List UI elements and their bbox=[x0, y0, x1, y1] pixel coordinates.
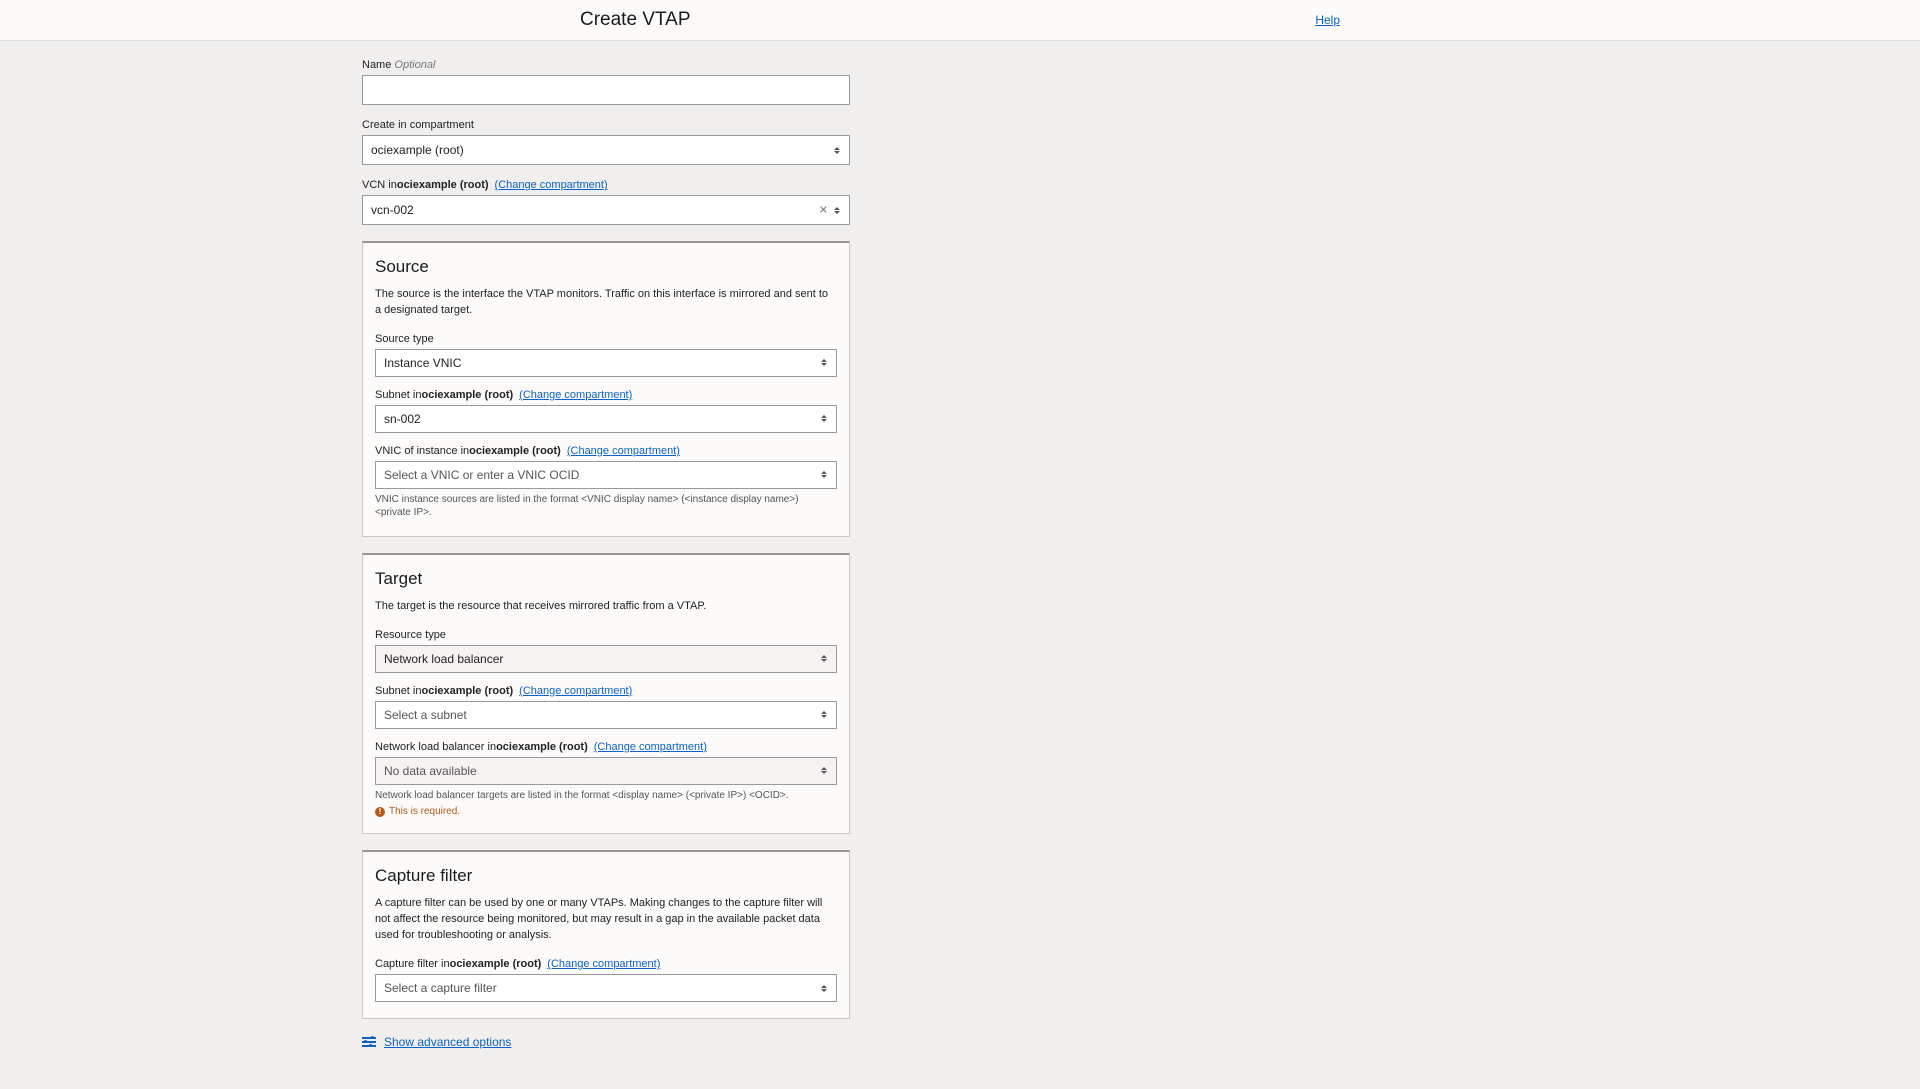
capture-filter-compartment: ociexample (root) bbox=[450, 958, 542, 970]
vcn-label-prefix: VCN in bbox=[362, 179, 397, 191]
source-panel-description: The source is the interface the VTAP mon… bbox=[375, 287, 837, 319]
source-panel: Source The source is the interface the V… bbox=[362, 241, 850, 537]
source-subnet-select[interactable]: sn-002 bbox=[375, 405, 837, 433]
help-link[interactable]: Help bbox=[1315, 13, 1340, 27]
name-label-text: Name bbox=[362, 59, 391, 71]
vcn-compartment-name: ociexample (root) bbox=[397, 179, 489, 191]
target-nlb-placeholder: No data available bbox=[384, 764, 477, 778]
source-subnet-row: Subnet in ociexample (root) (Change comp… bbox=[375, 389, 837, 433]
source-subnet-change-link[interactable]: (Change compartment) bbox=[519, 389, 632, 401]
compartment-field-row: Create in compartment ociexample (root) bbox=[362, 119, 850, 165]
vcn-select[interactable]: vcn-002 bbox=[362, 195, 850, 225]
target-subnet-change-link[interactable]: (Change compartment) bbox=[519, 685, 632, 697]
resource-type-value: Network load balancer bbox=[384, 652, 503, 666]
form-content: Name Optional Create in compartment ocie… bbox=[0, 41, 1920, 1089]
capture-panel-description: A capture filter can be used by one or m… bbox=[375, 896, 837, 944]
source-vnic-placeholder: Select a VNIC or enter a VNIC OCID bbox=[384, 468, 579, 482]
page-header: Create VTAP Help bbox=[0, 0, 1920, 41]
target-panel-description: The target is the resource that receives… bbox=[375, 599, 837, 615]
target-subnet-row: Subnet in ociexample (root) (Change comp… bbox=[375, 685, 837, 729]
source-vnic-label-prefix: VNIC of instance in bbox=[375, 445, 469, 457]
target-nlb-error-row: ! This is required. bbox=[375, 806, 837, 817]
capture-filter-change-link[interactable]: (Change compartment) bbox=[547, 958, 660, 970]
target-panel-title: Target bbox=[375, 569, 837, 589]
target-subnet-compartment: ociexample (root) bbox=[421, 685, 513, 697]
source-vnic-select[interactable]: Select a VNIC or enter a VNIC OCID bbox=[375, 461, 837, 489]
source-panel-title: Source bbox=[375, 257, 837, 277]
target-nlb-row: Network load balancer in ociexample (roo… bbox=[375, 741, 837, 818]
name-field-row: Name Optional bbox=[362, 59, 850, 105]
compartment-select-value: ociexample (root) bbox=[371, 143, 464, 157]
source-type-select[interactable]: Instance VNIC bbox=[375, 349, 837, 377]
source-vnic-helper: VNIC instance sources are listed in the … bbox=[375, 493, 837, 520]
resource-type-label: Resource type bbox=[375, 629, 837, 641]
source-subnet-compartment: ociexample (root) bbox=[421, 389, 513, 401]
vcn-clear-icon[interactable]: ✕ bbox=[819, 204, 828, 217]
source-vnic-row: VNIC of instance in ociexample (root) (C… bbox=[375, 445, 837, 520]
capture-filter-select[interactable]: Select a capture filter bbox=[375, 974, 837, 1002]
target-nlb-select[interactable]: No data available bbox=[375, 757, 837, 785]
target-panel: Target The target is the resource that r… bbox=[362, 553, 850, 834]
name-optional-text: Optional bbox=[394, 59, 435, 71]
source-type-label: Source type bbox=[375, 333, 837, 345]
capture-filter-panel: Capture filter A capture filter can be u… bbox=[362, 850, 850, 1019]
source-type-value: Instance VNIC bbox=[384, 356, 461, 370]
name-label: Name Optional bbox=[362, 59, 850, 71]
target-subnet-placeholder: Select a subnet bbox=[384, 708, 467, 722]
capture-filter-placeholder: Select a capture filter bbox=[384, 981, 497, 995]
vcn-field-row: VCN in ociexample (root) (Change compart… bbox=[362, 179, 850, 225]
target-subnet-label-prefix: Subnet in bbox=[375, 685, 421, 697]
compartment-select[interactable]: ociexample (root) bbox=[362, 135, 850, 165]
target-nlb-change-link[interactable]: (Change compartment) bbox=[594, 741, 707, 753]
show-advanced-options-link[interactable]: Show advanced options bbox=[384, 1035, 511, 1049]
target-nlb-helper: Network load balancer targets are listed… bbox=[375, 789, 837, 803]
vcn-select-value: vcn-002 bbox=[371, 203, 414, 217]
advanced-options-row: Show advanced options bbox=[362, 1035, 850, 1049]
target-nlb-compartment: ociexample (root) bbox=[496, 741, 588, 753]
source-vnic-compartment: ociexample (root) bbox=[469, 445, 561, 457]
error-icon: ! bbox=[375, 807, 385, 817]
capture-panel-title: Capture filter bbox=[375, 866, 837, 886]
vcn-change-compartment-link[interactable]: (Change compartment) bbox=[495, 179, 608, 191]
resource-type-row: Resource type Network load balancer bbox=[375, 629, 837, 673]
compartment-label: Create in compartment bbox=[362, 119, 850, 131]
target-nlb-error-text: This is required. bbox=[389, 806, 460, 817]
source-type-row: Source type Instance VNIC bbox=[375, 333, 837, 377]
source-subnet-label-prefix: Subnet in bbox=[375, 389, 421, 401]
name-input[interactable] bbox=[362, 75, 850, 105]
sliders-icon bbox=[362, 1036, 376, 1048]
page-title: Create VTAP bbox=[580, 9, 691, 31]
capture-filter-label-prefix: Capture filter in bbox=[375, 958, 450, 970]
target-subnet-select[interactable]: Select a subnet bbox=[375, 701, 837, 729]
source-vnic-change-link[interactable]: (Change compartment) bbox=[567, 445, 680, 457]
resource-type-select[interactable]: Network load balancer bbox=[375, 645, 837, 673]
source-subnet-value: sn-002 bbox=[384, 412, 421, 426]
target-nlb-label-prefix: Network load balancer in bbox=[375, 741, 496, 753]
capture-filter-row: Capture filter in ociexample (root) (Cha… bbox=[375, 958, 837, 1002]
